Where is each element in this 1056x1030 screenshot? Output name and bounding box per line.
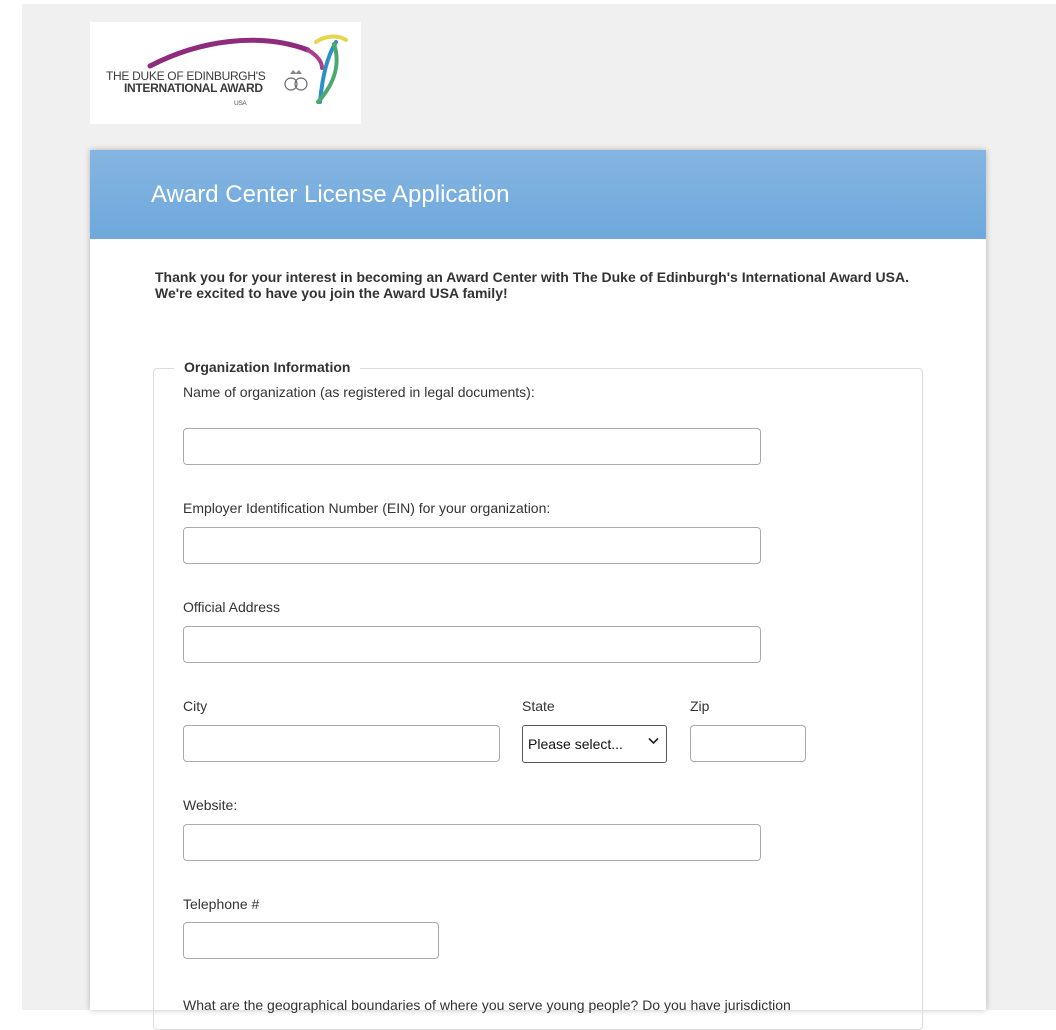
website-input[interactable] bbox=[183, 824, 761, 861]
section-legend: Organization Information bbox=[174, 359, 361, 375]
form-header: Award Center License Application bbox=[90, 150, 986, 239]
address-input[interactable] bbox=[183, 626, 761, 663]
org-name-label: Name of organization (as registered in l… bbox=[183, 384, 535, 400]
logo: THE DUKE OF EDINBURGH'S INTERNATIONAL AW… bbox=[90, 22, 361, 124]
form-card: Award Center License Application Thank y… bbox=[90, 150, 986, 1030]
geography-question: What are the geographical boundaries of … bbox=[183, 997, 791, 1013]
org-name-input[interactable] bbox=[183, 428, 761, 465]
ein-input[interactable] bbox=[183, 527, 761, 564]
telephone-label: Telephone # bbox=[183, 896, 260, 912]
state-selected-value: Please select... bbox=[528, 736, 623, 752]
ein-label: Employer Identification Number (EIN) for… bbox=[183, 500, 551, 516]
form-title: Award Center License Application bbox=[151, 181, 510, 208]
organization-fieldset: Organization Information Name of organiz… bbox=[153, 359, 923, 1030]
logo-line3: USA bbox=[234, 100, 247, 107]
zip-input[interactable] bbox=[690, 725, 806, 762]
zip-label: Zip bbox=[690, 698, 710, 714]
address-label: Official Address bbox=[183, 599, 281, 615]
logo-line2: INTERNATIONAL AWARD bbox=[124, 81, 263, 95]
state-label: State bbox=[522, 698, 555, 714]
city-input[interactable] bbox=[183, 725, 500, 762]
telephone-input[interactable] bbox=[183, 922, 439, 959]
website-label: Website: bbox=[183, 797, 238, 813]
chevron-down-icon bbox=[648, 737, 659, 745]
city-label: City bbox=[183, 698, 208, 714]
state-select[interactable]: Please select... bbox=[522, 725, 667, 763]
intro-text: Thank you for your interest in becoming … bbox=[155, 269, 909, 301]
